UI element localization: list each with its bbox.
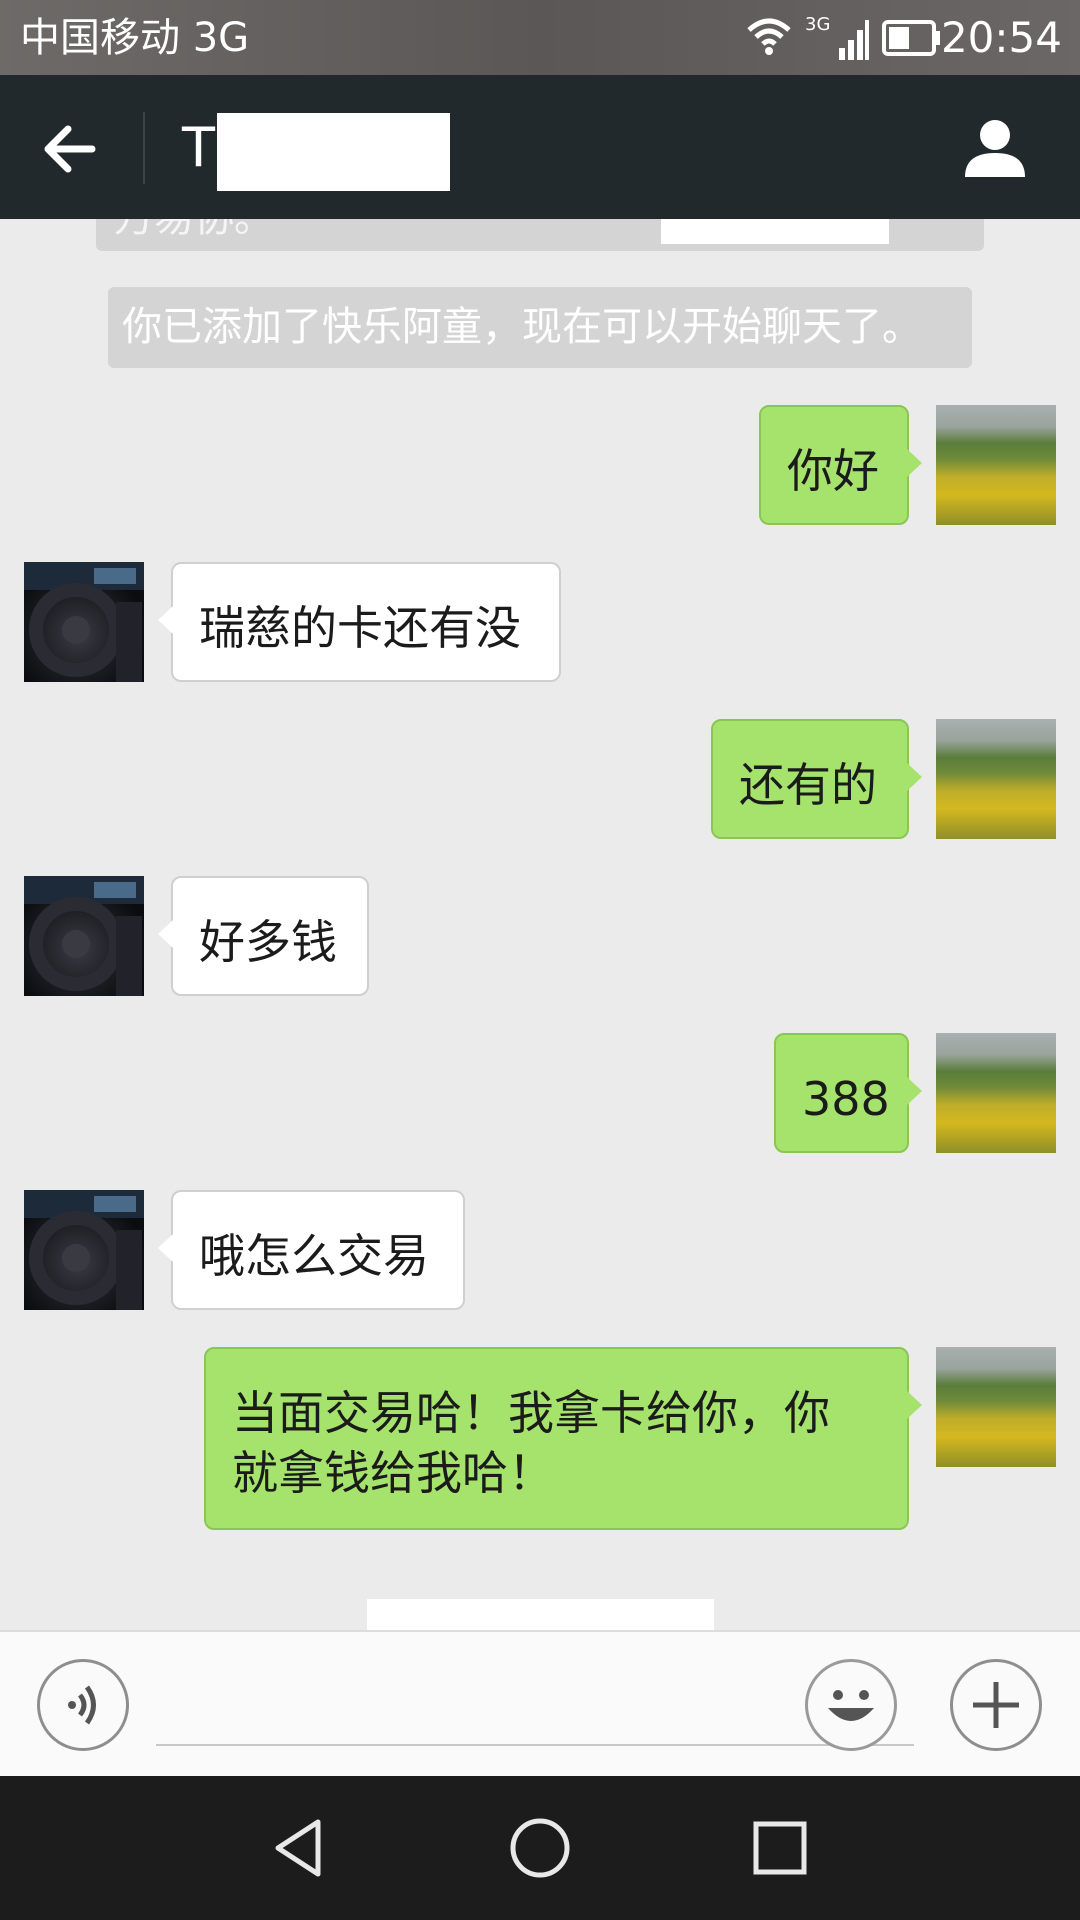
bubble-tail xyxy=(158,1234,173,1262)
bubble-tail xyxy=(907,1391,922,1419)
network-type-label: 3G xyxy=(805,14,830,35)
redacted-block xyxy=(367,1599,714,1630)
contact-avatar[interactable] xyxy=(24,562,144,682)
steering-wheel-image xyxy=(24,562,144,682)
clock: 20:54 xyxy=(940,13,1062,62)
message-text: 哦怎么交易 xyxy=(199,1229,429,1283)
redacted-block xyxy=(217,113,450,191)
voice-button[interactable] xyxy=(37,1659,129,1751)
header-divider xyxy=(143,112,145,184)
system-message-text: 你已添加了快乐阿童，现在可以开始聊天了。 xyxy=(122,304,922,350)
message-text-line: 当面交易哈！我拿卡给你，你 xyxy=(232,1386,830,1440)
my-avatar[interactable] xyxy=(936,1347,1056,1467)
nav-back-button[interactable] xyxy=(268,1816,332,1880)
bubble-tail xyxy=(907,1077,922,1105)
plus-icon xyxy=(973,1682,1019,1728)
wifi-icon xyxy=(745,16,793,60)
carrier-label: 中国移动 3G xyxy=(20,15,250,61)
profile-button[interactable] xyxy=(962,115,1028,181)
chat-header: T xyxy=(0,75,1080,219)
my-avatar[interactable] xyxy=(936,1033,1056,1153)
nav-recents-button[interactable] xyxy=(748,1816,812,1880)
status-bar: 中国移动 3G 3G 20:54 xyxy=(0,0,1080,75)
message-text: 还有的 xyxy=(739,758,877,812)
message-bubble-received[interactable]: 瑞慈的卡还有没 xyxy=(158,562,561,682)
message-bubble-sent[interactable]: 你好 xyxy=(759,405,922,525)
my-avatar[interactable] xyxy=(936,405,1056,525)
back-button[interactable] xyxy=(40,119,106,179)
contact-avatar[interactable] xyxy=(24,876,144,996)
chat-title: T xyxy=(182,116,215,179)
emoji-button[interactable] xyxy=(805,1659,897,1751)
message-text: 瑞慈的卡还有没 xyxy=(199,601,521,655)
bubble-tail xyxy=(907,449,922,477)
message-bubble-sent[interactable]: 当面交易哈！我拿卡给你，你 就拿钱给我哈！ xyxy=(204,1347,922,1530)
message-bubble-received[interactable]: 好多钱 xyxy=(158,876,369,996)
steering-wheel-image xyxy=(24,1190,144,1310)
message-text: 好多钱 xyxy=(199,915,337,969)
input-bar xyxy=(0,1630,1080,1776)
message-bubble-sent[interactable]: 388 xyxy=(774,1033,922,1153)
signal-icon: 3G xyxy=(805,10,869,68)
message-text: 你好 xyxy=(787,444,879,498)
chat-area[interactable]: 万易协。 你已添加了快乐阿童，现在可以开始聊天了。 你好 瑞慈的卡还有没 还有的 xyxy=(0,219,1080,1630)
square-recents-icon xyxy=(753,1821,807,1875)
triangle-back-icon xyxy=(275,1819,321,1877)
emoji-icon xyxy=(828,1690,874,1721)
redacted-block xyxy=(661,219,889,244)
message-input[interactable] xyxy=(156,1662,914,1746)
bubble-tail xyxy=(158,920,173,948)
bubble-tail xyxy=(158,606,173,634)
message-bubble-received[interactable]: 哦怎么交易 xyxy=(158,1190,465,1310)
nav-home-button[interactable] xyxy=(508,1816,572,1880)
contact-avatar[interactable] xyxy=(24,1190,144,1310)
voice-icon xyxy=(68,1685,96,1725)
message-text-line: 就拿钱给我哈！ xyxy=(232,1446,554,1500)
arrow-left-icon xyxy=(44,125,96,173)
message-bubble-sent[interactable]: 还有的 xyxy=(711,719,922,839)
system-message: 你已添加了快乐阿童，现在可以开始聊天了。 xyxy=(108,287,972,368)
plus-button[interactable] xyxy=(950,1659,1042,1751)
battery-icon xyxy=(882,20,942,60)
my-avatar[interactable] xyxy=(936,719,1056,839)
circle-home-icon xyxy=(510,1818,570,1878)
system-nav-bar xyxy=(0,1776,1080,1920)
person-icon xyxy=(965,120,1025,177)
steering-wheel-image xyxy=(24,876,144,996)
bubble-tail xyxy=(907,763,922,791)
system-message-text: 万易协。 xyxy=(114,219,274,241)
message-text: 388 xyxy=(802,1072,890,1126)
